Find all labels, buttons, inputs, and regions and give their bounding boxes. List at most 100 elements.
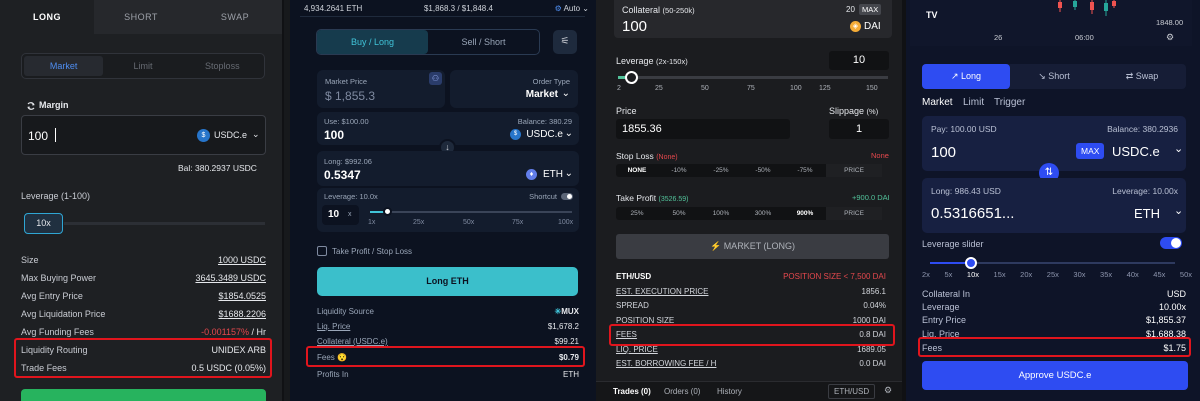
order-type-limit[interactable]: Limit bbox=[963, 97, 984, 108]
stat-value: $1688.2206 bbox=[218, 309, 266, 319]
tab-swap[interactable]: ⇄ Swap bbox=[1098, 64, 1186, 89]
sl-option[interactable]: -50% bbox=[742, 164, 784, 177]
stat-label: Max Buying Power bbox=[21, 273, 97, 283]
use-token[interactable]: USDC.e bbox=[526, 129, 563, 140]
chevron-down-icon: ⌄ bbox=[582, 4, 589, 13]
sl-option[interactable]: NONE bbox=[616, 164, 658, 177]
chevron-down-icon[interactable]: ⌄ bbox=[565, 128, 573, 139]
long-output-box[interactable]: Long: 986.43 USD Leverage: 10.00x 0.5316… bbox=[922, 178, 1186, 233]
info-value: $1,855.37 bbox=[1145, 314, 1186, 325]
leverage-box: Leverage: 10.0x Shortcut 10 x 1x 25x 50x… bbox=[317, 188, 579, 232]
tick-label: 50x bbox=[463, 219, 475, 226]
chevron-down-icon[interactable]: ⌄ bbox=[1174, 142, 1183, 155]
tick-label: 75 bbox=[747, 85, 755, 92]
stop-loss-options: NONE -10% -25% -50% -75% PRICE bbox=[616, 164, 882, 177]
approve-button[interactable]: Approve USDC.e bbox=[922, 361, 1188, 390]
tp-option[interactable]: 50% bbox=[658, 207, 700, 220]
chart-settings-icon[interactable]: ⚙ bbox=[1166, 32, 1174, 43]
tp-sl-checkbox[interactable] bbox=[317, 246, 327, 256]
price-input[interactable]: 1855.36 bbox=[616, 119, 790, 139]
sl-option[interactable]: PRICE bbox=[826, 164, 882, 177]
long-token[interactable]: ETH bbox=[543, 169, 563, 180]
chevron-down-icon[interactable]: ⌄ bbox=[252, 129, 260, 140]
refresh-icon[interactable] bbox=[26, 101, 36, 111]
order-type-stoploss[interactable]: Stoploss bbox=[183, 56, 262, 76]
sl-option[interactable]: -10% bbox=[658, 164, 700, 177]
price-chart[interactable]: TV 1848.00 26 06:00 ⚙ bbox=[910, 0, 1192, 46]
gear-icon[interactable]: ⚙ bbox=[884, 385, 892, 396]
leverage-slider-thumb[interactable] bbox=[965, 257, 977, 269]
order-type-market[interactable]: Market bbox=[922, 97, 953, 108]
tp-option[interactable]: 900% bbox=[784, 207, 826, 220]
tp-sl-label: Take Profit / Stop Loss bbox=[332, 247, 413, 256]
long-token[interactable]: ETH bbox=[1134, 206, 1160, 221]
leverage-slider-track[interactable] bbox=[370, 211, 572, 213]
tab-short[interactable]: SHORT bbox=[94, 0, 188, 34]
sell-short-tab[interactable]: Sell / Short bbox=[428, 30, 539, 54]
price-range: $1,868.3 / $1,848.4 bbox=[423, 4, 493, 13]
settings-icon[interactable]: ⚟ bbox=[553, 30, 577, 54]
collateral-box[interactable]: Collateral (50-250k) 100 20 MAX ◈ DAI bbox=[614, 0, 892, 38]
market-long-button[interactable]: ⚡ MARKET (LONG) bbox=[616, 234, 889, 259]
max-button[interactable]: MAX bbox=[859, 4, 882, 15]
tab-orders[interactable]: Orders (0) bbox=[664, 387, 700, 396]
tab-long[interactable]: ↗ Long bbox=[922, 64, 1010, 89]
chevron-down-icon[interactable]: ⌄ bbox=[1174, 204, 1183, 217]
balance-label: Balance: 380.29 bbox=[517, 117, 572, 126]
order-type-limit[interactable]: Limit bbox=[103, 56, 182, 76]
long-output-box[interactable]: Long: $992.06 0.5347 ♦ ETH ⌄ bbox=[317, 151, 579, 186]
margin-input[interactable]: 100 $ USDC.e ⌄ bbox=[21, 115, 266, 155]
tab-long[interactable]: LONG bbox=[0, 0, 94, 34]
tp-option[interactable]: 25% bbox=[616, 207, 658, 220]
pair-selector[interactable]: ETH/USD bbox=[828, 384, 876, 399]
stat-row-funding: Avg Funding Fees -0.001157% / Hr bbox=[21, 325, 266, 339]
leverage-slider-label: Leverage slider bbox=[922, 239, 984, 249]
submit-button[interactable] bbox=[21, 389, 266, 401]
shortcut-toggle[interactable] bbox=[561, 193, 573, 200]
long-eth-button[interactable]: Long ETH bbox=[317, 267, 578, 296]
chevron-down-icon[interactable]: ⌄ bbox=[565, 168, 573, 179]
info-label: Collateral (USDC.e) bbox=[317, 337, 388, 346]
leverage-slider-track[interactable] bbox=[618, 76, 888, 79]
pay-token[interactable]: USDC.e bbox=[1112, 144, 1160, 159]
link-icon[interactable]: ⚇ bbox=[429, 72, 442, 85]
market-price-label: Market Price bbox=[325, 77, 368, 86]
max-button[interactable]: MAX bbox=[1076, 143, 1105, 159]
margin-value: 100 bbox=[28, 129, 49, 143]
funding-suffix: / Hr bbox=[249, 327, 267, 337]
balance-text: Bal: 380.2937 USDC bbox=[178, 163, 257, 173]
tp-option[interactable]: 100% bbox=[700, 207, 742, 220]
tab-history[interactable]: History bbox=[717, 387, 742, 396]
tab-trades[interactable]: Trades (0) bbox=[613, 387, 651, 396]
order-type-box[interactable]: Order Type Market ⌄ bbox=[450, 70, 578, 108]
tab-short[interactable]: ↘ Short bbox=[1010, 64, 1098, 89]
tp-option[interactable]: PRICE bbox=[826, 207, 882, 220]
leverage-slider-toggle[interactable] bbox=[1160, 237, 1182, 249]
sl-option[interactable]: -75% bbox=[784, 164, 826, 177]
tp-option[interactable]: 300% bbox=[742, 207, 784, 220]
leverage-value-box[interactable]: 10x bbox=[24, 213, 63, 234]
leverage-input[interactable]: 10 bbox=[829, 51, 889, 70]
sl-option[interactable]: -25% bbox=[700, 164, 742, 177]
gear-icon: ⚙ bbox=[554, 4, 564, 13]
stop-loss-value: None bbox=[871, 151, 889, 160]
leverage-input[interactable]: 10 x bbox=[322, 205, 359, 225]
leverage-slider-thumb[interactable] bbox=[383, 207, 392, 216]
buy-long-tab[interactable]: Buy / Long bbox=[317, 30, 428, 54]
order-type-market[interactable]: Market bbox=[24, 56, 104, 76]
tick-label: 45x bbox=[1153, 270, 1166, 279]
leverage-slider-track[interactable] bbox=[64, 222, 265, 225]
slippage-input[interactable]: 1 bbox=[829, 119, 889, 139]
tab-swap[interactable]: SWAP bbox=[188, 0, 282, 34]
tick-label: 2x bbox=[922, 270, 930, 279]
margin-label: Margin bbox=[39, 100, 69, 110]
take-profit-options: 25% 50% 100% 300% 900% PRICE bbox=[616, 207, 882, 220]
stat-label: Avg Liquidation Price bbox=[21, 309, 106, 319]
token-label[interactable]: USDC.e bbox=[214, 130, 247, 140]
leverage-label: Leverage: 10.00x bbox=[1112, 186, 1178, 196]
pay-input-box[interactable]: Pay: 100.00 USD Balance: 380.2936 100 MA… bbox=[922, 116, 1186, 171]
auto-toggle[interactable]: ⚙ Auto ⌄ bbox=[555, 4, 589, 13]
shortcut-label: Shortcut bbox=[529, 192, 557, 201]
order-type-trigger[interactable]: Trigger bbox=[994, 97, 1025, 108]
leverage-slider-thumb[interactable] bbox=[625, 71, 638, 84]
